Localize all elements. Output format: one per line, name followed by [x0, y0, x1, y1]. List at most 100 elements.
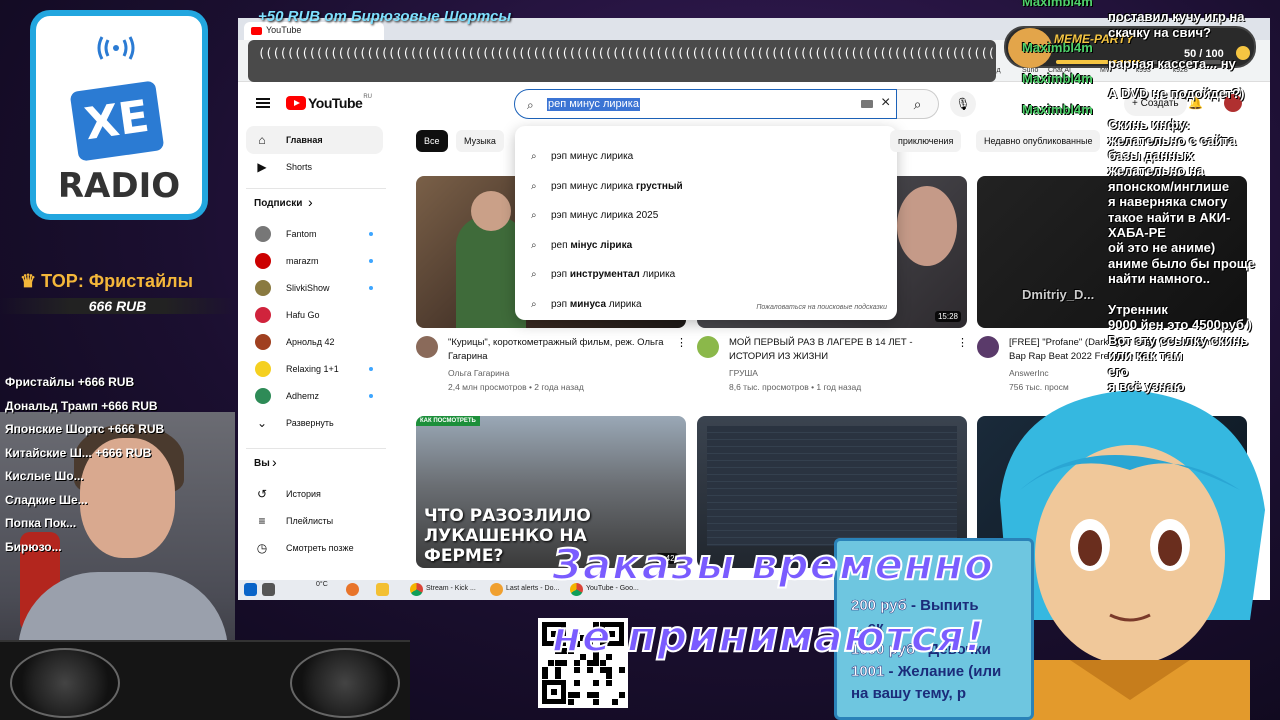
youtube-logo[interactable]: YouTube RU — [286, 94, 372, 111]
report-suggestions-link[interactable]: Пожаловаться на поисковые подсказки — [756, 304, 887, 311]
channel-avatar — [255, 334, 271, 350]
jog-wheel-left — [10, 648, 120, 718]
sidebar-item-channel[interactable]: Hafu Go — [246, 301, 383, 329]
coin-icon — [1236, 46, 1250, 60]
filter-chip[interactable]: приключения — [890, 130, 962, 152]
qr-module — [606, 673, 612, 680]
channel-avatar[interactable] — [416, 336, 438, 358]
suggestion-bold: грустный — [636, 180, 683, 192]
donation-line: Фристайлы +666 RUB — [5, 375, 135, 389]
qr-module — [612, 698, 619, 705]
search-icon: ⌕ — [531, 269, 537, 280]
video-title[interactable]: "Курицы", короткометражный фильм, реж. О… — [448, 336, 670, 364]
video-title[interactable]: МОЙ ПЕРВЫЙ РАЗ В ЛАГЕРЕ В 14 ЛЕТ - ИСТОР… — [729, 336, 951, 364]
search-input[interactable]: ⌕ реп минус лирика × — [514, 89, 897, 119]
sidebar-item-channel[interactable]: Fantom — [246, 220, 383, 248]
taskbar-app[interactable]: Stream - Kick ... — [426, 585, 476, 592]
search-suggestions: ⌕ рэп минус лирика ⌕ рэп минус лирика груст… — [515, 126, 897, 320]
suggestion-text: реп — [551, 239, 571, 251]
chat-message: или как там — [1108, 348, 1183, 364]
top-donation-amount: 666 RUB — [0, 298, 235, 314]
chat-username: Maximbl4m — [1022, 71, 1093, 86]
chat-message: я наверняка смогу — [1108, 194, 1228, 210]
suggestion-item[interactable]: ⌕ рэп минус лирика — [531, 151, 633, 162]
task-view-icon[interactable] — [262, 583, 275, 596]
clear-search-icon[interactable]: × — [881, 94, 890, 112]
chat-username: Maximbl4m — [1022, 40, 1093, 56]
suggestion-item[interactable]: ⌕ рэп минуса лирика — [531, 299, 642, 310]
suggestion-bold: минуса — [569, 298, 607, 310]
qr-module — [599, 666, 606, 673]
sidebar: ⌂ Главная ▶ Shorts Подписки › Fantom marazm Sliv… — [246, 126, 396, 600]
suggestion-text: рэп минус лирика 2025 — [551, 210, 659, 221]
price-text: на вашу тему, р — [851, 685, 967, 702]
donation-line: Японские Шортс +666 RUB — [5, 422, 165, 436]
qr-module — [554, 673, 561, 680]
suggestion-item[interactable]: ⌕ реп мінус лірика — [531, 240, 632, 251]
menu-icon[interactable] — [256, 98, 270, 108]
sidebar-item-channel[interactable]: Adhemz — [246, 382, 383, 410]
search-icon: ⌕ — [527, 98, 534, 112]
new-content-dot — [369, 232, 373, 236]
sidebar-item-label: Fantom — [286, 229, 317, 239]
suggestion-item[interactable]: ⌕ рэп минус лирика грустный — [531, 181, 683, 192]
tab-title: YouTube — [266, 25, 302, 35]
stream-screen: { "browser": { "tab_title": "YouTube", "… — [0, 0, 1280, 720]
sidebar-item-channel[interactable]: Relaxing 1+1 — [246, 355, 383, 383]
orders-closed-line1: Заказы временно — [551, 539, 994, 590]
folder-icon[interactable] — [376, 583, 389, 596]
suggestion-item[interactable]: ⌕ рэп инструментал лирика — [531, 269, 675, 280]
channel-name[interactable]: ГРУША — [729, 368, 758, 378]
sidebar-item-channel[interactable]: Арнольд 42 — [246, 328, 383, 356]
sidebar-item-shorts[interactable]: ▶ Shorts — [246, 153, 383, 181]
jog-wheel-right — [290, 648, 400, 718]
qr-module — [567, 692, 574, 699]
donation-alert: +50 RUB от Бирюзовые Шортсы — [258, 8, 512, 25]
search-button[interactable]: ⌕ — [897, 89, 939, 119]
filter-chip[interactable]: Все — [416, 130, 448, 152]
subscriptions-heading[interactable]: Подписки — [254, 198, 302, 209]
filter-chip[interactable]: Музыка — [456, 130, 504, 152]
orders-closed-line2: не принимаются! — [551, 611, 985, 662]
sidebar-item-channel[interactable]: SlivkiShow — [246, 274, 383, 302]
filter-chip[interactable]: Недавно опубликованные — [976, 130, 1101, 152]
you-heading[interactable]: Вы — [254, 458, 270, 469]
antenna-icon — [97, 36, 135, 60]
qr-module — [567, 698, 574, 705]
suggestion-bold: инструментал — [569, 269, 640, 280]
channel-avatar[interactable] — [977, 336, 999, 358]
channel-avatar[interactable] — [697, 336, 719, 358]
voice-search-icon[interactable]: 🎙 — [950, 91, 976, 117]
suggestion-item[interactable]: ⌕ рэп минус лирика 2025 — [531, 210, 658, 221]
qr-module — [554, 666, 561, 673]
sidebar-expand[interactable]: ⌄ Развернуть — [246, 409, 383, 437]
sidebar-item-history[interactable]: ↺ История — [246, 480, 383, 508]
suggestion-text: лирика — [639, 269, 676, 280]
chat-ticker: ((((((((((((((((((((((((((((((((((((((((… — [248, 40, 996, 82]
sidebar-divider — [246, 448, 386, 449]
channel-name[interactable]: AnswerInc — [1009, 368, 1049, 378]
chat-username: Dmitriy_D... — [1022, 286, 1095, 302]
qr-module — [574, 692, 580, 699]
search-query[interactable]: реп минус лирика — [547, 98, 640, 111]
channel-name[interactable]: Ольга Гагарина — [448, 368, 509, 378]
sidebar-item-channel[interactable]: marazm — [246, 247, 383, 275]
qr-module — [554, 660, 561, 667]
keyboard-icon[interactable] — [861, 100, 873, 108]
sidebar-item-clock[interactable]: ◷ Смотреть позже — [246, 534, 383, 562]
sidebar-item-home[interactable]: ⌂ Главная — [246, 126, 383, 154]
more-options-icon[interactable]: ⋮ — [957, 336, 968, 349]
firefox-icon[interactable] — [346, 583, 359, 596]
chrome-icon[interactable] — [410, 583, 423, 596]
shorts-icon: ▶ — [257, 160, 267, 174]
suggestion-text: рэп минус лирика — [551, 180, 637, 192]
more-options-icon[interactable]: ⋮ — [676, 336, 687, 349]
chat-username: Maximbl4m — [1022, 101, 1093, 117]
chat-message: желательно на — [1108, 163, 1205, 179]
donation-line: Попка Пок... — [5, 516, 77, 530]
app-icon[interactable] — [490, 583, 503, 596]
home-icon: ⌂ — [258, 133, 266, 147]
windows-start-icon[interactable] — [244, 583, 257, 596]
chevron-right-icon: › — [272, 454, 277, 470]
sidebar-item-playlist[interactable]: ≡ Плейлисты — [246, 507, 383, 535]
